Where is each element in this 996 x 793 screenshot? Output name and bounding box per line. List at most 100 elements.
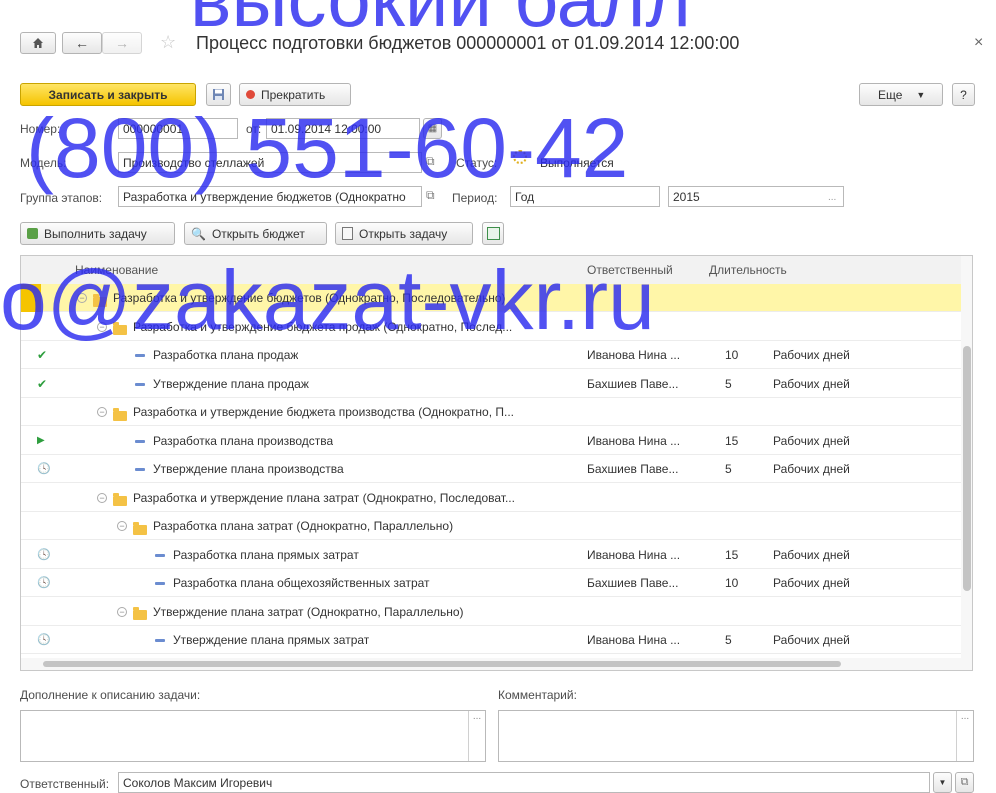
row-name: Разработка и утверждение бюджета продаж … bbox=[133, 319, 513, 334]
row-duration-unit: Рабочих дней bbox=[773, 376, 850, 391]
dropdown-button[interactable]: ▼ bbox=[933, 772, 952, 793]
column-header-duration[interactable]: Длительность bbox=[709, 256, 787, 284]
clock-icon: 🕓 bbox=[37, 577, 51, 589]
table-row[interactable]: − Разработка плана затрат (Однократно, Па… bbox=[21, 512, 961, 540]
scrollbar-thumb[interactable] bbox=[43, 661, 841, 667]
date-value: 01.09.2014 12:00:00 bbox=[271, 121, 382, 136]
clock-icon: 🕓 bbox=[37, 548, 51, 561]
home-icon bbox=[33, 38, 43, 48]
folder-icon bbox=[133, 607, 147, 621]
ellipsis-icon[interactable]: ... bbox=[828, 192, 836, 203]
responsible-label: Ответственный: bbox=[20, 777, 110, 791]
number-field[interactable]: 000000001 bbox=[118, 118, 238, 139]
table-row[interactable]: 🕓 Разработка плана прямых затрат Иванова Н… bbox=[21, 541, 961, 569]
stage-group-label: Группа этапов: bbox=[20, 191, 103, 205]
row-responsible: Иванова Нина ... bbox=[587, 433, 681, 448]
back-button[interactable]: ← bbox=[62, 32, 102, 54]
row-name: Разработка и утверждение бюджета произво… bbox=[133, 405, 514, 419]
row-responsible: Бахшиев Паве... bbox=[587, 576, 679, 590]
close-icon[interactable]: × bbox=[974, 34, 983, 52]
table-row[interactable]: ✔ Утверждение плана продаж Бахшиев Паве...… bbox=[21, 370, 961, 398]
stages-table[interactable]: Наименование Ответственный Длительность … bbox=[20, 255, 973, 671]
save-and-close-button[interactable]: Записать и закрыть bbox=[20, 83, 196, 106]
open-button[interactable]: ⧉ bbox=[955, 772, 974, 793]
help-button[interactable]: ? bbox=[952, 83, 975, 106]
row-name: Утверждение плана производства bbox=[153, 462, 344, 476]
collapse-icon[interactable]: − bbox=[117, 606, 127, 617]
execute-task-button[interactable]: Выполнить задачу bbox=[20, 222, 175, 245]
table-row[interactable]: 🕓 Утверждение плана прямых затрат Иванова … bbox=[21, 626, 961, 654]
save-button[interactable] bbox=[206, 83, 231, 106]
play-icon: ▶ bbox=[37, 434, 45, 446]
row-responsible: Бахшиев Паве... bbox=[587, 462, 679, 476]
row-duration-unit: Рабочих дней bbox=[773, 462, 850, 476]
collapse-icon[interactable]: − bbox=[117, 521, 127, 531]
execute-icon bbox=[27, 228, 38, 239]
row-duration: 10 bbox=[725, 576, 739, 590]
open-icon: ⧉ bbox=[960, 776, 969, 788]
open-icon[interactable]: ⧉ bbox=[426, 154, 435, 169]
open-task-button[interactable]: Открыть задачу bbox=[335, 222, 473, 245]
table-row[interactable]: ✔ Разработка плана продаж Иванова Нина ...… bbox=[21, 341, 961, 369]
refresh-icon bbox=[486, 227, 500, 240]
stage-group-field[interactable]: Разработка и утверждение бюджетов (Однок… bbox=[118, 186, 422, 207]
collapse-icon[interactable]: − bbox=[77, 293, 87, 303]
addition-textarea[interactable]: ... bbox=[20, 710, 486, 762]
stop-button[interactable]: Прекратить bbox=[239, 83, 351, 106]
ellipsis-icon[interactable]: ... bbox=[956, 711, 973, 761]
task-icon bbox=[155, 553, 165, 557]
table-row[interactable]: − Разработка и утверждение плана затрат (… bbox=[21, 484, 961, 512]
refresh-button[interactable] bbox=[482, 222, 504, 245]
horizontal-scrollbar[interactable] bbox=[21, 658, 961, 670]
row-duration: 5 bbox=[725, 462, 732, 476]
row-name: Разработка и утверждение бюджетов (Однок… bbox=[113, 291, 506, 305]
period-value-field[interactable]: 2015 bbox=[668, 186, 844, 207]
table-row[interactable]: 🕓 Разработка плана общехозяйственных затр… bbox=[21, 569, 961, 597]
date-field[interactable]: 01.09.2014 12:00:00 bbox=[266, 118, 420, 139]
state-cell bbox=[21, 284, 41, 312]
vertical-scrollbar[interactable] bbox=[961, 256, 972, 670]
number-label: Номер: bbox=[20, 122, 61, 136]
model-field[interactable]: Производство стеллажей bbox=[118, 152, 422, 173]
star-icon[interactable]: ☆ bbox=[160, 32, 176, 53]
table-row[interactable]: − Утверждение плана затрат (Однократно, П… bbox=[21, 598, 961, 626]
row-name: Разработка и утверждение плана затрат (О… bbox=[133, 490, 515, 505]
table-row[interactable]: 🕓 Утверждение плана производства Бахшиев П… bbox=[21, 455, 961, 483]
collapse-icon[interactable]: − bbox=[97, 321, 107, 332]
responsible-field[interactable]: Соколов Максим Игоревич bbox=[118, 772, 930, 793]
collapse-icon[interactable]: − bbox=[97, 492, 107, 503]
addition-label: Дополнение к описанию задачи: bbox=[20, 688, 201, 702]
open-icon[interactable]: ⧉ bbox=[426, 188, 435, 203]
table-row[interactable]: − Разработка и утверждение бюджета произв… bbox=[21, 398, 961, 426]
column-header-name[interactable]: Наименование bbox=[75, 256, 158, 284]
home-button[interactable] bbox=[20, 32, 56, 54]
table-header: Наименование Ответственный Длительность bbox=[21, 256, 972, 285]
open-budget-button[interactable]: 🔍 Открыть бюджет bbox=[184, 222, 327, 245]
forward-button[interactable]: → bbox=[102, 32, 142, 54]
row-duration-unit: Рабочих дней bbox=[773, 576, 850, 590]
folder-icon bbox=[93, 293, 107, 307]
scrollbar-thumb[interactable] bbox=[963, 346, 971, 591]
folder-icon bbox=[113, 322, 127, 336]
table-row[interactable]: − Разработка и утверждение бюджетов (Одно… bbox=[21, 284, 961, 312]
row-duration: 5 bbox=[725, 633, 732, 647]
folder-icon bbox=[133, 521, 147, 535]
clock-icon: 🕓 bbox=[37, 463, 51, 475]
open-budget-label: Открыть бюджет bbox=[211, 226, 305, 241]
table-row[interactable]: ▶ Разработка плана производства Иванова Ни… bbox=[21, 427, 961, 455]
row-duration-unit: Рабочих дней bbox=[773, 433, 850, 448]
task-icon bbox=[135, 354, 145, 357]
row-name: Разработка плана производства bbox=[153, 433, 334, 448]
collapse-icon[interactable]: − bbox=[97, 407, 107, 417]
calendar-button[interactable]: ▦ bbox=[423, 118, 442, 139]
period-type-field[interactable]: Год bbox=[510, 186, 660, 207]
more-button[interactable]: Еще ▼ bbox=[859, 83, 943, 106]
task-icon bbox=[155, 639, 165, 642]
comment-textarea[interactable]: ... bbox=[498, 710, 974, 762]
table-row[interactable]: − Разработка и утверждение бюджета продаж… bbox=[21, 313, 961, 341]
row-duration-unit: Рабочих дней bbox=[773, 547, 850, 562]
chevron-down-icon: ▼ bbox=[938, 778, 947, 787]
column-header-responsible[interactable]: Ответственный bbox=[587, 256, 673, 284]
task-icon bbox=[135, 439, 145, 443]
ellipsis-icon[interactable]: ... bbox=[468, 711, 485, 761]
